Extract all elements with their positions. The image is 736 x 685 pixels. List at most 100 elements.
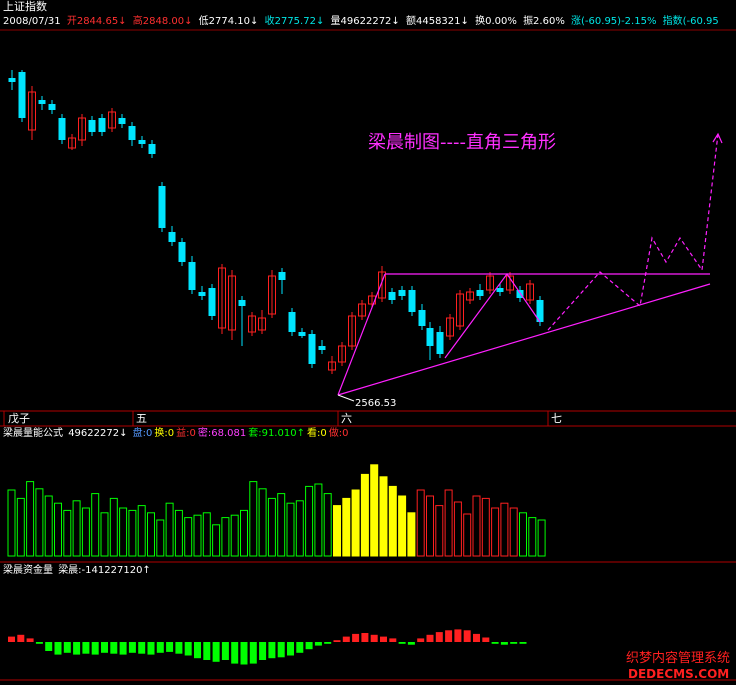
candle-7 (78, 114, 86, 146)
fund-bar-29 (277, 642, 285, 658)
candle-27 (278, 268, 286, 294)
volume-bar-14 (137, 505, 146, 557)
fund-bar-13 (128, 642, 136, 653)
diagonal-line (337, 273, 386, 396)
fund-panel-header: 梁晨资金量 梁晨:-141227120↑ (3, 564, 153, 578)
price-chart[interactable]: 梁晨制图----直角三角形 2566.53 戊子 五 六 七 织梦内容管理系统 … (0, 0, 736, 685)
volume-stat-0: 盘:0 (132, 428, 153, 439)
watermark-line1: 织梦内容管理系统 (626, 650, 730, 666)
volume-bar-13 (128, 509, 137, 557)
volume-bar-42 (398, 495, 407, 557)
fund-bars (8, 629, 527, 665)
candle-20 (208, 284, 216, 320)
volume-bar-33 (314, 483, 323, 557)
fund-bar-24 (231, 642, 239, 664)
volume-bar-15 (147, 512, 155, 557)
candle-4 (48, 100, 56, 114)
candle-12 (128, 122, 136, 146)
volume-bar-54 (509, 507, 518, 557)
candle-26 (268, 270, 276, 318)
volume-bar-19 (184, 517, 193, 557)
fund-bar-51 (482, 637, 490, 642)
projection-path (547, 133, 719, 331)
volume-bar-45 (426, 495, 434, 557)
fund-bar-30 (287, 642, 294, 656)
candle-24 (248, 312, 256, 336)
fund-bar-21 (203, 642, 211, 660)
candle-30 (308, 330, 316, 368)
candle-23 (238, 296, 246, 346)
volume-panel-header: 梁晨量能公式 49622272↓ 盘:0 换:0 益:0 密:68.081 套:91.0… (3, 427, 352, 441)
volume-bar-8 (81, 507, 90, 557)
candle-46 (466, 288, 474, 304)
wave-path (444, 272, 541, 359)
fund-bar-15 (147, 642, 155, 655)
volume-bar-29 (277, 493, 286, 557)
candle-14 (148, 140, 156, 158)
fund-bar-38 (361, 633, 369, 642)
volume-bar-34 (323, 493, 332, 557)
fund-bar-8 (82, 642, 90, 654)
fund-bar-41 (389, 638, 397, 642)
fund-bar-33 (314, 642, 322, 646)
candle-29 (298, 328, 306, 338)
volume-bar-11 (109, 497, 118, 557)
volume-bar-10 (100, 512, 109, 557)
candle-2 (28, 86, 36, 140)
fund-bar-26 (249, 642, 257, 664)
candle-9 (98, 114, 106, 136)
fund-bar-34 (324, 642, 332, 644)
fund-bar-43 (407, 642, 415, 645)
fund-bar-20 (194, 642, 201, 659)
fund-bar-4 (45, 642, 53, 651)
candle-21 (218, 264, 226, 334)
candle-17 (178, 238, 186, 266)
fund-bar-50 (473, 633, 480, 642)
fund-bar-52 (491, 642, 499, 644)
pattern-drawings (337, 132, 723, 396)
fund-bar-40 (380, 636, 387, 642)
candle-33 (338, 342, 346, 366)
candle-37 (378, 266, 386, 302)
fund-bar-27 (259, 642, 267, 660)
volume-bar-3 (35, 488, 44, 557)
volume-bar-52 (491, 507, 500, 557)
fund-formula-name: 梁晨资金量 (3, 565, 53, 576)
candle-42 (426, 322, 434, 360)
candle-40 (408, 286, 416, 316)
candle-19 (198, 286, 206, 300)
volume-stat-4: 套:91.010↑ (248, 428, 305, 439)
candle-44 (446, 314, 454, 340)
volume-bar-57 (537, 519, 546, 557)
volume-bar-5 (54, 502, 62, 557)
volume-bar-35 (333, 505, 341, 557)
volume-bar-40 (379, 476, 388, 557)
fund-bar-10 (101, 642, 108, 653)
candle-16 (168, 226, 176, 246)
fund-bar-47 (445, 630, 453, 642)
volume-stat-2: 益:0 (176, 428, 196, 439)
fund-bar-14 (138, 642, 146, 654)
candle-39 (398, 286, 406, 300)
candle-3 (38, 96, 46, 110)
fund-bar-9 (91, 642, 99, 655)
fund-bar-0 (8, 636, 15, 642)
volume-bar-25 (240, 509, 248, 557)
volume-bar-50 (472, 495, 481, 557)
fund-bar-5 (54, 642, 62, 655)
fund-bar-46 (435, 632, 443, 642)
volume-bar-48 (453, 501, 462, 557)
candle-18 (188, 256, 196, 294)
time-label-2: 六 (341, 412, 352, 425)
candle-28 (288, 308, 296, 336)
volume-bar-0 (7, 489, 16, 557)
volume-bar-12 (119, 507, 128, 557)
volume-bar-39 (370, 464, 379, 557)
volume-bar-17 (165, 502, 174, 557)
candle-38 (388, 288, 396, 304)
fund-bar-19 (184, 642, 192, 656)
candle-5 (58, 114, 66, 144)
fund-bar-55 (519, 642, 527, 644)
fund-bar-54 (510, 642, 518, 644)
fund-bar-23 (221, 642, 229, 660)
